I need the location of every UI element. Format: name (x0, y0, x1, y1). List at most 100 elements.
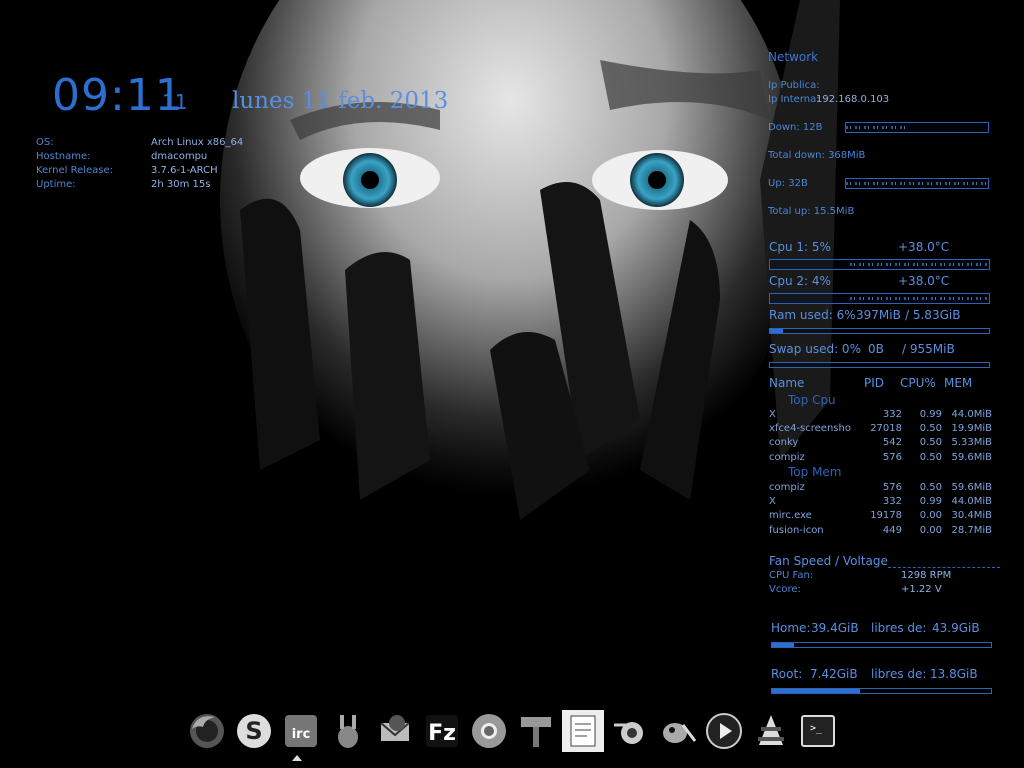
ip-internal-label: Ip Interna: (768, 94, 820, 105)
process-mem: 30.4MiB (951, 510, 992, 522)
clock-seconds: 11 (162, 90, 188, 114)
cpu2-graph (769, 293, 990, 304)
terminal-icon: >_ (801, 715, 835, 747)
root-label: Root: (771, 667, 803, 681)
hostname-value: dmacompu (151, 151, 208, 162)
swap-total: / 955MiB (902, 342, 955, 356)
media-player-icon (706, 713, 742, 749)
root-total: 13.8GiB (930, 667, 978, 681)
process-cpu: 0.99 (919, 408, 942, 420)
dock-gparted[interactable] (515, 710, 557, 752)
swap-bar (769, 362, 990, 368)
process-mem: 59.6MiB (951, 481, 992, 493)
process-pid: 332 (882, 495, 902, 507)
dock-amule[interactable] (327, 710, 369, 752)
kernel-value: 3.7.6-1-ARCH (151, 165, 218, 176)
ram-bar-fill (770, 329, 784, 333)
filezilla-icon: Fz (426, 715, 458, 747)
dock-blender[interactable] (609, 710, 651, 752)
vcore-value: +1.22 V (901, 584, 942, 595)
process-cpu: 0.50 (919, 422, 942, 434)
running-indicator-icon (292, 755, 302, 761)
process-name: mirc.exe (769, 510, 812, 522)
process-pid: 19178 (870, 510, 902, 522)
table-row: fusion-icon 449 0.00 28.7MiB (769, 523, 992, 537)
dock-media-player[interactable] (703, 710, 745, 752)
gparted-icon (521, 717, 551, 747)
home-bar-fill (772, 643, 794, 647)
root-free-label: libres de: (871, 667, 927, 681)
table-row: xfce4-screensho 27018 0.50 19.9MiB (769, 421, 992, 435)
dock-notes[interactable] (562, 710, 604, 752)
net-total-up: Total up: 15.5MiB (768, 206, 855, 217)
proc-header-mem: MEM (944, 376, 973, 390)
cpu2-temp: +38.0°C (898, 274, 950, 288)
cpu-fan-value: 1298 RPM (901, 570, 952, 581)
top-cpu-table: X 332 0.99 44.0MiB xfce4-screensho 27018 0.50 1… (769, 407, 992, 464)
svg-text:S: S (245, 717, 262, 745)
process-name: compiz (769, 451, 805, 463)
table-row: X 332 0.99 44.0MiB (769, 407, 992, 421)
download-graph (845, 122, 989, 133)
svg-text:>_: >_ (810, 723, 823, 734)
net-up: Up: 32B (768, 178, 808, 189)
process-name: xfce4-screensho (769, 422, 851, 434)
divider (888, 567, 1000, 568)
process-name: conky (769, 437, 799, 449)
process-pid: 576 (882, 481, 902, 493)
process-cpu: 0.00 (919, 510, 942, 522)
process-mem: 44.0MiB (951, 495, 992, 507)
net-down: Down: 12B (768, 122, 823, 133)
dock-thunderbird[interactable] (374, 710, 416, 752)
proc-header-pid: PID (864, 376, 885, 390)
dock: S irc Fz >_ (180, 706, 840, 762)
dock-mirc[interactable]: irc (280, 710, 322, 752)
gimp-icon (663, 723, 697, 743)
ram-used-value: 397MiB (856, 308, 901, 322)
dock-skype[interactable]: S (233, 710, 275, 752)
ram-bar (769, 328, 990, 334)
process-mem: 59.6MiB (951, 451, 992, 463)
fan-voltage-title: Fan Speed / Voltage (769, 554, 888, 568)
table-row: mirc.exe 19178 0.00 30.4MiB (769, 509, 992, 523)
cpu1-temp: +38.0°C (898, 240, 950, 254)
process-cpu: 0.00 (919, 524, 942, 536)
top-mem-table: compiz 576 0.50 59.6MiB X 332 0.99 44.0MiB mirc.… (769, 480, 992, 537)
kernel-label: Kernel Release: (36, 165, 114, 176)
home-total: 43.9GiB (932, 621, 980, 635)
swap-used-label: Swap used: 0% (769, 342, 861, 356)
dock-firefox[interactable] (186, 710, 228, 752)
cpu1-usage: Cpu 1: 5% (769, 240, 831, 254)
os-label: OS: (36, 137, 54, 148)
net-total-down: Total down: 368MiB (768, 150, 866, 161)
dock-vlc[interactable] (750, 710, 792, 752)
dock-filezilla[interactable]: Fz (421, 710, 463, 752)
process-cpu: 0.50 (919, 437, 942, 449)
dock-chrome[interactable] (468, 710, 510, 752)
process-mem: 19.9MiB (951, 422, 992, 434)
skype-icon: S (237, 714, 271, 748)
process-mem: 5.33MiB (951, 437, 992, 449)
table-row: compiz 576 0.50 59.6MiB (769, 450, 992, 464)
root-used: 7.42GiB (810, 667, 858, 681)
process-pid: 542 (882, 437, 902, 449)
dock-gimp[interactable] (656, 710, 698, 752)
ip-internal-value: 192.168.0.103 (816, 94, 890, 105)
dock-terminal[interactable]: >_ (797, 710, 839, 752)
process-name: fusion-icon (769, 524, 824, 536)
process-cpu: 0.50 (919, 451, 942, 463)
uptime-label: Uptime: (36, 179, 76, 190)
svg-text:irc: irc (292, 727, 311, 742)
process-mem: 28.7MiB (951, 524, 992, 536)
proc-header-name: Name (769, 376, 805, 390)
root-bar (771, 688, 992, 694)
top-mem-heading: Top Mem (788, 465, 842, 479)
vcore-label: Vcore: (769, 584, 801, 595)
notes-icon (570, 715, 596, 747)
amule-icon (338, 715, 358, 748)
root-bar-fill (772, 689, 860, 693)
uptime-value: 2h 30m 15s (151, 179, 211, 190)
process-name: X (769, 408, 776, 420)
thunderbird-icon (380, 715, 410, 741)
ip-public-label: Ip Publica: (768, 80, 820, 91)
